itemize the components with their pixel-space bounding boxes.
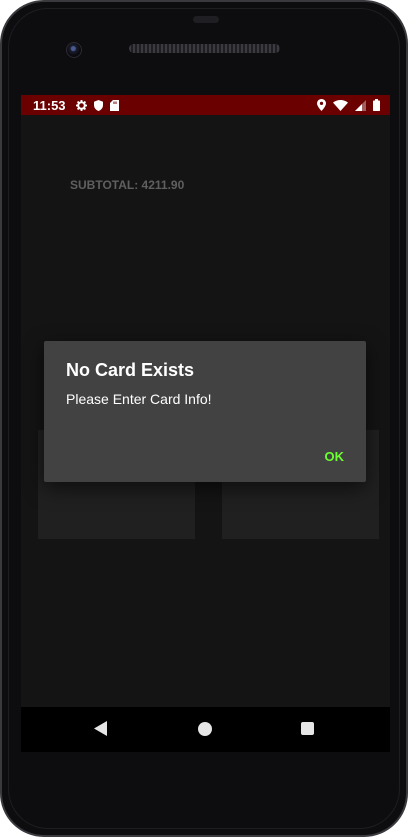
alert-dialog: No Card Exists Please Enter Card Info! O… (44, 341, 366, 482)
recents-icon[interactable] (301, 722, 314, 735)
status-bar: 11:53 (21, 95, 390, 115)
navigation-bar (21, 707, 390, 752)
location-icon (317, 99, 326, 111)
battery-icon (373, 99, 380, 111)
dialog-message: Please Enter Card Info! (66, 391, 212, 407)
screen: 11:53 SUBTOTAL: 4211.90 No Card Exists P… (21, 95, 390, 707)
gear-icon (75, 99, 87, 111)
phone-frame: 11:53 SUBTOTAL: 4211.90 No Card Exists P… (0, 0, 408, 837)
ok-button[interactable]: OK (325, 449, 345, 464)
dialog-title: No Card Exists (66, 360, 195, 380)
sd-card-icon (109, 99, 119, 111)
wifi-icon (333, 99, 348, 111)
home-icon[interactable] (198, 722, 212, 736)
top-slot (193, 16, 219, 23)
status-right-icons (317, 99, 380, 111)
back-icon[interactable] (94, 721, 108, 741)
status-time: 11:53 (33, 97, 66, 113)
earpiece-speaker (129, 44, 280, 53)
front-camera (66, 42, 82, 58)
signal-icon (355, 99, 366, 111)
shield-icon (93, 99, 103, 111)
